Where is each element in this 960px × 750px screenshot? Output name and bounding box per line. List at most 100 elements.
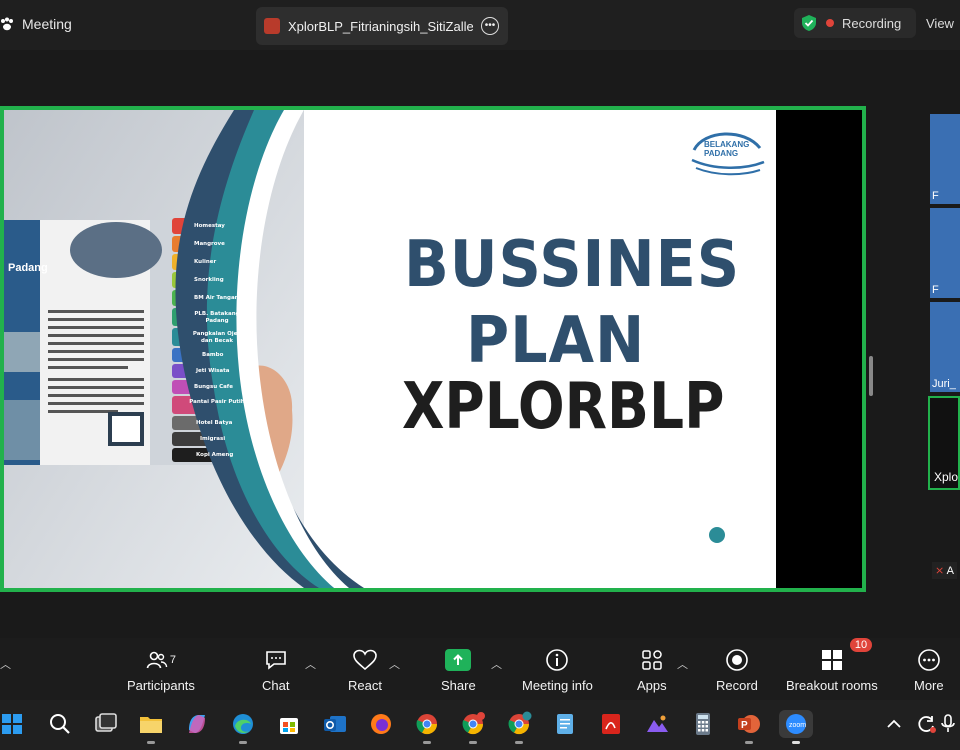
chrome-profile-m-icon[interactable] — [505, 710, 533, 744]
record-button[interactable]: Record — [716, 646, 758, 693]
outlook-icon[interactable] — [321, 710, 349, 738]
meeting-menu[interactable]: Meeting — [0, 16, 72, 32]
chevron-up-icon[interactable] — [880, 710, 908, 738]
info-icon — [546, 649, 569, 671]
participants-icon — [146, 651, 168, 669]
slide-title-line2: PLAN — [466, 304, 646, 378]
apps-icon — [642, 650, 662, 670]
tag-item: PLB. Batakang Padang — [194, 311, 240, 324]
task-view-icon[interactable] — [92, 710, 120, 738]
video-tile[interactable]: Juri_ — [930, 302, 960, 392]
participant-name: Juri_ — [932, 378, 956, 390]
video-tile[interactable]: F — [930, 114, 960, 204]
photos-icon[interactable] — [643, 710, 671, 738]
slide-title-line3: XPLORBLP — [402, 370, 725, 444]
chat-icon — [265, 651, 286, 670]
resize-handle[interactable] — [869, 356, 873, 396]
recording-status[interactable]: Recording — [794, 8, 916, 38]
firefox-icon[interactable] — [367, 710, 395, 738]
react-label: React — [348, 678, 382, 693]
svg-text:zoom: zoom — [789, 722, 806, 729]
chevron-up-icon[interactable]: ︿ — [389, 656, 400, 672]
mic-muted-icon: ⨯ — [935, 565, 945, 577]
tag-item: Bambo — [202, 352, 224, 358]
heart-icon — [353, 649, 377, 671]
participants-count: 7 — [169, 654, 177, 666]
store-icon[interactable] — [275, 710, 303, 738]
windows-taskbar: P zoom — [0, 700, 960, 750]
apps-label: Apps — [637, 678, 667, 693]
tag-item: Pantai Pasir Putih — [189, 399, 245, 405]
presenter-avatar-icon — [264, 18, 280, 34]
breakout-rooms-label: Breakout rooms — [786, 678, 878, 693]
video-tile-active[interactable]: Xplo — [928, 396, 960, 490]
brochure-heading: Padang — [8, 262, 48, 274]
tag-item: Hotel Batya — [196, 420, 233, 426]
meeting-label: Meeting — [22, 16, 72, 32]
powerpoint-icon[interactable]: P — [735, 710, 763, 744]
muted-participant[interactable]: ⨯ A — [932, 562, 958, 579]
file-explorer-icon[interactable] — [137, 710, 165, 744]
more-options-icon[interactable]: ••• — [481, 17, 499, 35]
chrome-icon[interactable] — [413, 710, 441, 744]
chat-label: Chat — [262, 678, 290, 693]
chevron-up-icon[interactable]: ︿ — [677, 656, 688, 672]
participants-button[interactable]: 7 Participants — [127, 646, 195, 693]
more-label: More — [914, 678, 944, 693]
tag-item: Bungsu Cafe — [194, 384, 233, 390]
svg-text:P: P — [741, 720, 748, 731]
participant-name: F — [932, 190, 939, 202]
chat-button[interactable]: Chat — [262, 646, 289, 693]
main-stage: Padang Homestay Mangrove Kuliner Snorkli… — [0, 50, 878, 638]
zoom-icon[interactable]: zoom — [779, 710, 813, 744]
breakout-badge: 10 — [849, 638, 873, 652]
chrome-profile-icon[interactable] — [459, 710, 487, 744]
acrobat-icon[interactable] — [597, 710, 625, 738]
video-tile[interactable]: F — [930, 208, 960, 298]
shared-screen: Padang Homestay Mangrove Kuliner Snorkli… — [0, 106, 866, 592]
chevron-up-icon[interactable]: ︿ — [491, 656, 502, 672]
chevron-up-icon[interactable]: ︿ — [305, 656, 316, 672]
more-button[interactable]: More — [914, 646, 944, 693]
calculator-icon[interactable] — [689, 710, 717, 738]
notepad-icon[interactable] — [551, 710, 579, 738]
meeting-info-label: Meeting info — [522, 678, 593, 693]
slide-title-line1: BUSSINES — [404, 228, 741, 302]
breakout-rooms-button[interactable]: 10 Breakout rooms — [786, 638, 878, 693]
windows-icon[interactable] — [0, 710, 28, 738]
edge-icon[interactable] — [229, 710, 257, 744]
record-icon — [726, 649, 748, 671]
top-bar: Meeting XplorBLP_Fitrianingsih_SitiZalle… — [0, 0, 960, 50]
tag-item: Imigrasi — [200, 436, 226, 442]
presentation-slide: Padang Homestay Mangrove Kuliner Snorkli… — [4, 110, 776, 588]
tag-item: Pangkalan Ojek dan Becak — [192, 331, 242, 344]
search-icon[interactable] — [46, 710, 74, 738]
apps-button[interactable]: Apps — [637, 646, 667, 693]
react-button[interactable]: React — [348, 646, 382, 693]
record-label: Record — [716, 678, 758, 693]
mic-icon[interactable] — [938, 710, 960, 738]
recording-dot-icon — [826, 19, 834, 27]
breakout-rooms-icon — [821, 650, 842, 670]
share-tab[interactable]: XplorBLP_Fitrianingsih_SitiZalleha ••• — [256, 7, 508, 45]
tag-item: Homestay — [194, 223, 225, 229]
participant-name: Xplo — [934, 470, 959, 484]
view-button[interactable]: View — [926, 16, 954, 31]
recording-label: Recording — [842, 15, 902, 31]
participants-label: Participants — [127, 678, 195, 693]
logo-text: BELAKANG PADANG — [704, 140, 750, 158]
meeting-info-button[interactable]: Meeting info — [522, 646, 593, 693]
share-screen-icon — [445, 649, 472, 671]
tag-item: Jeti Wisata — [196, 368, 230, 374]
paw-icon — [1, 17, 13, 31]
participant-name: F — [932, 284, 939, 296]
copilot-icon[interactable] — [183, 710, 211, 738]
more-icon — [918, 649, 940, 671]
refresh-icon[interactable] — [912, 710, 940, 738]
tag-item: Snorkling — [194, 277, 224, 283]
chevron-up-icon[interactable]: ︿ — [0, 656, 11, 672]
share-button[interactable]: Share — [441, 646, 476, 693]
slide-artwork — [4, 110, 765, 588]
tag-item: Kopi Ameng — [196, 452, 234, 458]
meeting-toolbar: ︿ 7 Participants Chat ︿ React ︿ Share ︿ … — [0, 638, 960, 700]
